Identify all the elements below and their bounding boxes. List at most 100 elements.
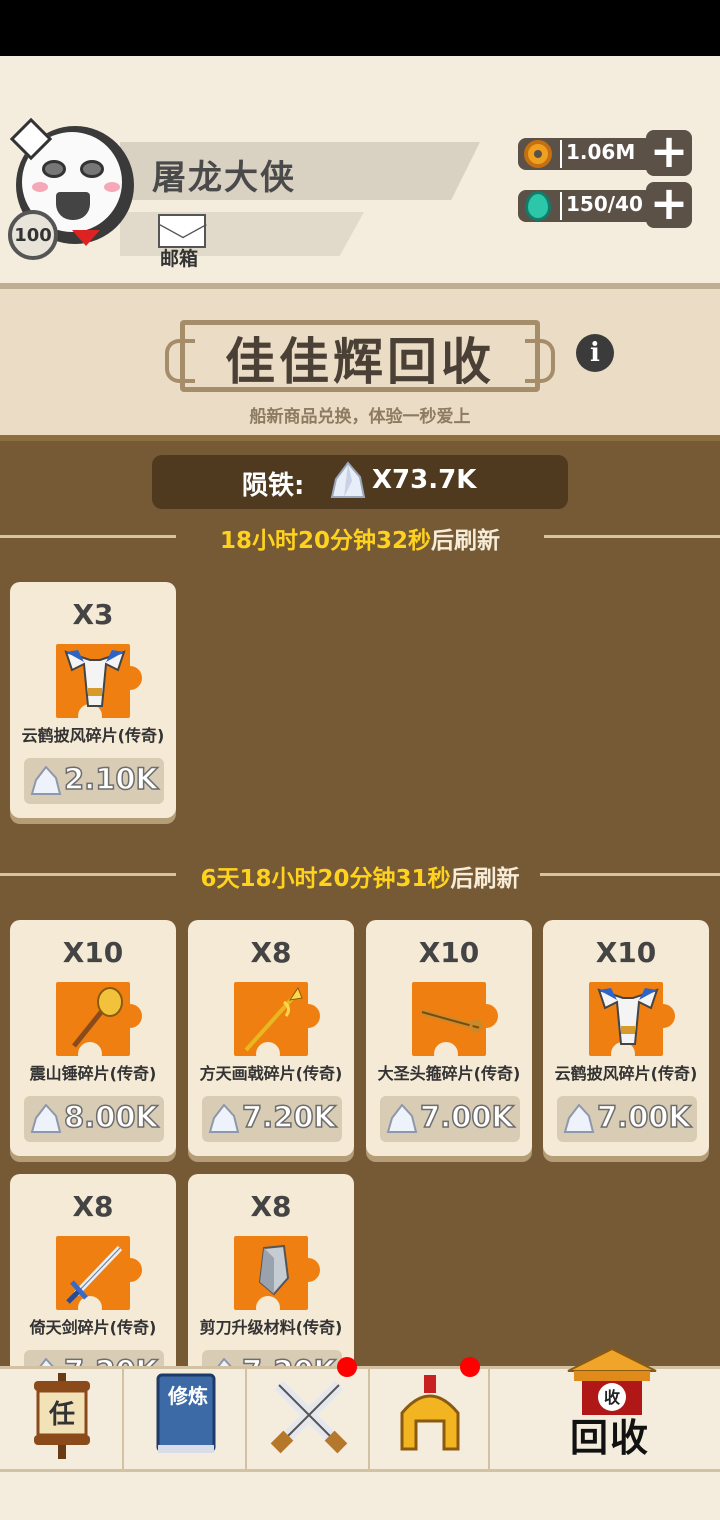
section-divider-1: 18小时20分钟32秒后刷新 <box>0 521 720 554</box>
currency-bar: 陨铁: X73.7K <box>152 455 568 509</box>
bottom-safe-area <box>0 1472 720 1520</box>
cloak-icon <box>64 650 126 707</box>
nav-task[interactable]: 任 <box>0 1369 124 1469</box>
task-scroll-icon: 任 <box>34 1373 90 1459</box>
meteorite-icon <box>39 1358 54 1366</box>
mail-icon[interactable] <box>158 214 206 248</box>
currency-value: X73.7K <box>372 465 477 495</box>
recycle-shop-icon: 收 <box>567 1347 657 1415</box>
add-gold-button[interactable]: + <box>646 128 692 176</box>
meteorite-icon <box>30 1104 62 1133</box>
headband-icon <box>421 1009 483 1033</box>
meteorite-icon <box>217 1358 232 1366</box>
shop-item-card[interactable]: X10 云鹤披风碎片(传奇) 7.00K <box>543 920 709 1156</box>
shop-item-card[interactable]: X3 云鹤披风碎片(传奇) 2.10K <box>10 582 176 818</box>
task-glyph: 任 <box>48 1400 75 1430</box>
timer-value: 18小时20分钟32秒 <box>219 528 432 554</box>
nav-cultivate[interactable]: 修炼 <box>124 1369 247 1469</box>
hammer-icon <box>72 987 123 1048</box>
price-button[interactable]: 7.20K <box>202 1350 342 1366</box>
item-count: X8 <box>250 1190 292 1223</box>
gold-separator <box>560 140 562 168</box>
meteorite-icon <box>30 766 62 795</box>
helmet-icon <box>400 1375 460 1451</box>
bottom-nav: 任 修炼 收 回收 <box>0 1347 720 1472</box>
refresh-timer: 18小时20分钟32秒后刷新 <box>0 521 720 555</box>
shop-item-card[interactable]: X8 剪刀升级材料(传奇) 7.20K <box>188 1174 354 1366</box>
meteorite-icon <box>563 1104 595 1133</box>
status-bar <box>0 0 720 56</box>
price-button[interactable]: 7.20K <box>202 1096 342 1142</box>
timer-value: 6天18小时20分钟31秒 <box>200 866 451 892</box>
meteorite-icon <box>386 1104 418 1133</box>
avatar-eye <box>42 160 66 178</box>
meteorite-icon <box>208 1104 240 1133</box>
item-name: 震山锤碎片(传奇) <box>29 1064 157 1083</box>
item-price: 7.20K <box>63 1353 159 1366</box>
price-button[interactable]: 7.20K <box>24 1350 164 1366</box>
sword-icon <box>66 1245 123 1304</box>
price-button[interactable]: 8.00K <box>24 1096 164 1142</box>
avatar-tie <box>72 230 100 246</box>
timer-suffix: 后刷新 <box>431 528 501 554</box>
mail-label[interactable]: 邮箱 <box>160 244 198 271</box>
item-count: X8 <box>72 1190 114 1223</box>
avatar-blush <box>104 182 120 192</box>
shop-item-card[interactable]: X8 倚天剑碎片(传奇) 7.20K <box>10 1174 176 1366</box>
nav-battle[interactable] <box>247 1357 370 1469</box>
notification-dot <box>460 1357 480 1377</box>
mail-plate <box>120 212 364 256</box>
gem-value: 150/40 <box>566 192 643 216</box>
item-price: 7.00K <box>419 1099 515 1135</box>
item-name: 方天画戟碎片(传奇) <box>199 1064 343 1083</box>
avatar-blush <box>32 182 48 192</box>
crossed-swords-icon <box>270 1380 348 1454</box>
player-name: 屠龙大侠 <box>152 158 296 198</box>
avatar-mouth <box>56 192 90 220</box>
avatar-eye <box>80 160 104 178</box>
item-name: 云鹤披风碎片(传奇) <box>21 726 165 745</box>
notification-dot <box>337 1357 357 1377</box>
shop-item-card[interactable]: X10 震山锤碎片(传奇) 8.00K <box>10 920 176 1156</box>
item-name: 云鹤披风碎片(传奇) <box>554 1064 698 1083</box>
gem-icon <box>520 188 556 224</box>
banner-subtitle: 船新商品兑换，体验一秒爱上 <box>249 407 471 427</box>
nav-equipment[interactable] <box>370 1357 490 1469</box>
gold-resource: 1.06M + <box>516 128 692 176</box>
timer-suffix: 后刷新 <box>450 866 520 892</box>
info-icon[interactable]: i <box>576 334 614 372</box>
shop-item-card[interactable]: X8 方天画戟碎片(传奇) 7.20K <box>188 920 354 1156</box>
item-price: 8.00K <box>63 1099 159 1135</box>
section-divider-2: 6天18小时20分钟31秒后刷新 <box>0 859 720 892</box>
cultivate-book-icon: 修炼 <box>156 1373 216 1453</box>
shop-panel: 陨铁: X73.7K 18小时20分钟32秒后刷新 6天18小时20分钟31秒后… <box>0 441 720 1366</box>
price-button[interactable]: 7.00K <box>557 1096 697 1142</box>
banner-title: 佳佳辉回收 <box>225 333 495 391</box>
refresh-timer: 6天18小时20分钟31秒后刷新 <box>0 859 720 893</box>
gem-separator <box>560 192 562 220</box>
item-count: X10 <box>418 936 480 969</box>
gem-resource: 150/40 + <box>516 180 692 228</box>
halberd-icon <box>244 986 303 1052</box>
price-button[interactable]: 2.10K <box>24 758 164 804</box>
item-count: X8 <box>250 936 292 969</box>
cloak-icon <box>597 988 659 1045</box>
item-price: 7.20K <box>241 1353 337 1366</box>
item-name: 倚天剑碎片(传奇) <box>29 1318 157 1337</box>
level-badge: 100 <box>8 210 58 260</box>
shop-item-card[interactable]: X10 大圣头箍碎片(传奇) 7.00K <box>366 920 532 1156</box>
nav-recycle-label: 回收 <box>570 1416 651 1460</box>
currency-label: 陨铁: <box>242 471 305 501</box>
price-button[interactable]: 7.00K <box>380 1096 520 1142</box>
item-name: 剪刀升级材料(传奇) <box>199 1318 343 1337</box>
recycle-badge: 收 <box>604 1388 620 1407</box>
item-price: 2.10K <box>63 761 159 797</box>
cultivate-glyph: 修炼 <box>167 1384 208 1408</box>
gold-coin-icon <box>520 136 556 172</box>
stone-icon <box>258 1244 290 1296</box>
item-price: 7.00K <box>596 1099 692 1135</box>
add-gem-button[interactable]: + <box>646 180 692 228</box>
item-count: X10 <box>595 936 657 969</box>
meteorite-icon <box>330 461 366 498</box>
item-name: 大圣头箍碎片(传奇) <box>377 1064 521 1083</box>
